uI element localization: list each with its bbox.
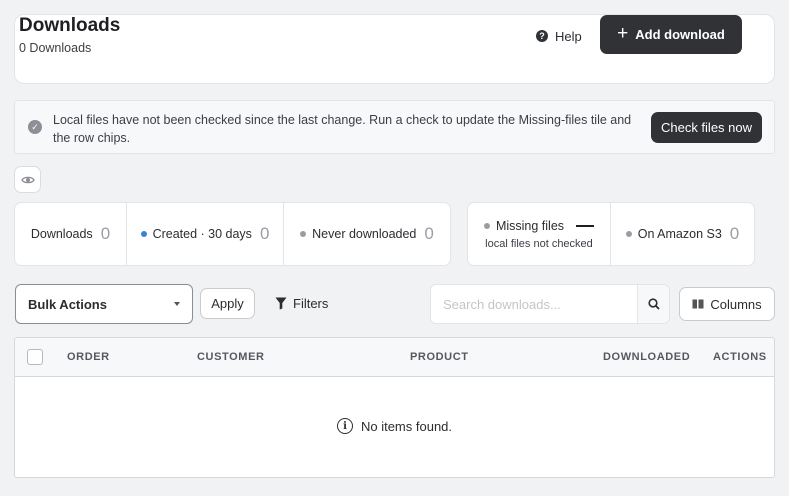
tile-created-value: 0 (259, 224, 270, 243)
column-header-customer[interactable]: Customer (197, 351, 265, 363)
chevron-down-icon (174, 302, 180, 306)
apply-button[interactable]: Apply (200, 288, 255, 319)
empty-state: i No items found. (15, 418, 774, 434)
add-download-button[interactable]: + Add download (600, 15, 742, 54)
files-check-notice: ✓ Local files have not been checked sinc… (14, 100, 775, 154)
column-header-downloaded[interactable]: Downloaded (603, 351, 690, 363)
tile-never-downloaded[interactable]: Never downloaded 0 (284, 203, 450, 265)
columns-button[interactable]: Columns (679, 287, 775, 321)
help-label: Help (555, 28, 582, 44)
funnel-icon (275, 297, 287, 309)
downloads-count: 0 Downloads (19, 41, 92, 55)
column-header-order[interactable]: Order (67, 351, 110, 363)
help-link[interactable]: ? Help (536, 26, 582, 46)
stats-group-storage: Missing files local files not checked On… (467, 202, 755, 266)
tile-downloads-label: Downloads (30, 227, 93, 241)
status-dot (140, 231, 147, 237)
search-input[interactable] (431, 285, 637, 323)
select-all-checkbox[interactable] (27, 349, 43, 365)
plus-icon: + (617, 23, 629, 44)
column-header-actions: Actions (713, 351, 767, 363)
tile-amazon-s3[interactable]: On Amazon S3 0 (611, 203, 754, 265)
filters-label: Filters (293, 295, 329, 311)
page-title: Downloads (19, 15, 121, 36)
check-files-button[interactable]: Check files now (651, 112, 762, 143)
status-dot (483, 222, 490, 229)
toggle-stats-visibility[interactable] (14, 166, 41, 193)
tile-created-label: Created · 30 days (152, 227, 252, 241)
columns-label: Columns (710, 296, 762, 312)
empty-message: No items found. (360, 418, 453, 434)
tile-created-30-days[interactable]: Created · 30 days 0 (127, 203, 284, 265)
status-dot (300, 231, 307, 237)
bulk-actions-select[interactable]: Bulk Actions (15, 284, 193, 324)
tile-never-downloaded-value: 0 (424, 224, 434, 243)
table-header: Order Customer Product Downloaded Action… (15, 338, 774, 377)
bulk-actions-value: Bulk Actions (28, 296, 107, 312)
tile-downloads-value: 0 (100, 224, 111, 243)
magnifier-icon (647, 298, 660, 310)
stats-group-primary: Downloads 0 Created · 30 days 0 Never do… (14, 202, 451, 266)
tile-downloads[interactable]: Downloads 0 (15, 203, 127, 265)
filters-button[interactable]: Filters (275, 294, 328, 312)
downloads-table: Order Customer Product Downloaded Action… (14, 337, 775, 478)
tile-never-downloaded-label: Never downloaded (312, 227, 417, 241)
notice-text: Local files have not been checked since … (53, 113, 632, 145)
status-dot (625, 231, 632, 237)
add-download-label: Add download (635, 27, 725, 42)
columns-icon (692, 299, 704, 309)
question-circle-icon: ? (536, 30, 548, 42)
search-button[interactable] (637, 285, 669, 323)
tile-missing-files[interactable]: Missing files local files not checked (468, 203, 611, 265)
info-icon: i (336, 418, 353, 434)
search-box (430, 284, 670, 324)
tile-amazon-s3-value: 0 (729, 224, 740, 243)
tile-missing-files-subtext: local files not checked (485, 237, 593, 250)
missing-files-value-dash (576, 224, 595, 227)
eye-icon (20, 176, 35, 183)
column-header-product[interactable]: Product (410, 351, 469, 363)
tile-amazon-s3-label: On Amazon S3 (637, 227, 722, 241)
check-circle-icon: ✓ (28, 120, 42, 134)
tile-missing-files-label: Missing files (495, 218, 565, 233)
